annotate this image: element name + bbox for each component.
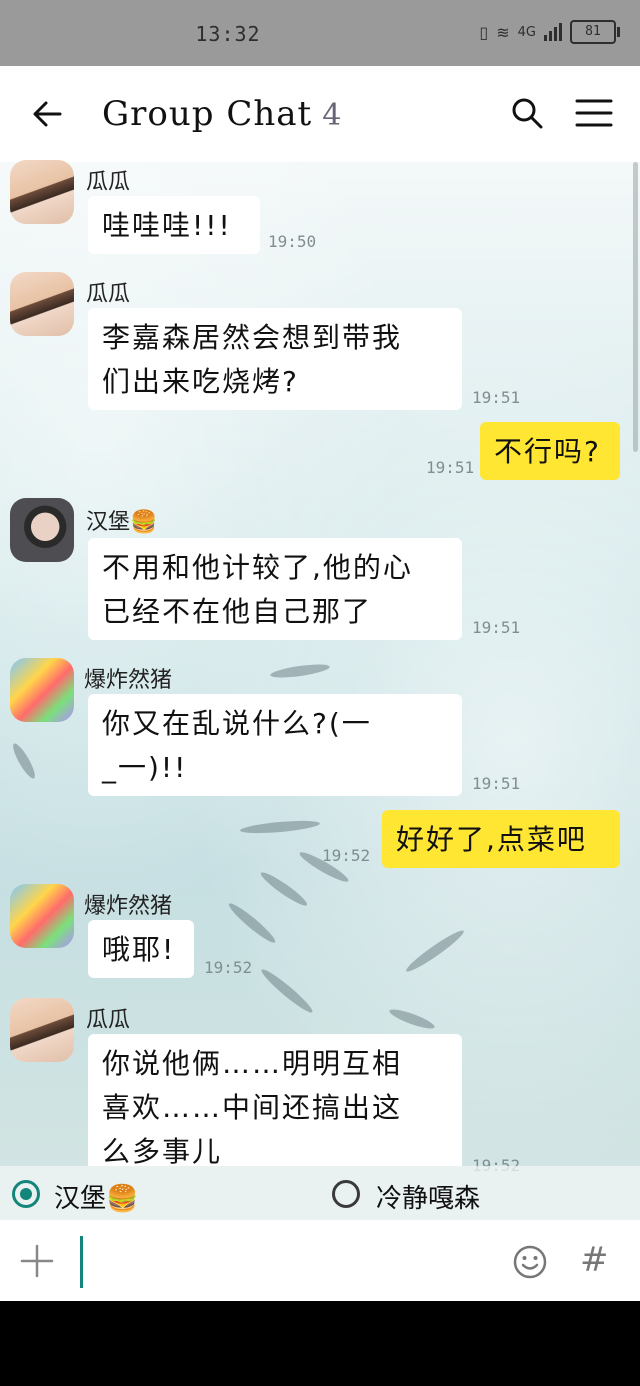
- message-time: 19:51: [472, 618, 521, 637]
- chat-title: Group Chat 4: [102, 94, 342, 134]
- sender-name: 爆炸然猪: [84, 668, 173, 693]
- sender-name: 瓜瓜: [86, 282, 131, 307]
- emoji-icon[interactable]: [512, 1244, 548, 1280]
- fish-decoration: [269, 661, 331, 681]
- avatar[interactable]: [10, 884, 74, 948]
- message-text-line: 你说他俩……明明互相: [102, 1047, 403, 1080]
- vibrate-icon: ▯: [479, 22, 489, 42]
- scrollbar[interactable]: [633, 162, 638, 452]
- avatar[interactable]: [10, 658, 74, 722]
- avatar[interactable]: [10, 498, 74, 562]
- message-text-line: 李嘉森居然会想到带我: [102, 321, 403, 354]
- battery-level: 81: [585, 24, 601, 39]
- navigation-area: [0, 1301, 640, 1386]
- message-time: 19:51: [472, 388, 521, 407]
- radio-selected[interactable]: [12, 1180, 40, 1208]
- sender-name: 瓜瓜: [86, 1008, 131, 1033]
- status-icons: ▯ ≋ 4G 81: [479, 20, 620, 44]
- message-bubble[interactable]: 李嘉森居然会想到带我 们出来吃烧烤?: [88, 308, 462, 410]
- message-input[interactable]: [80, 1236, 83, 1288]
- message-text-line: _一)!!: [102, 751, 188, 784]
- fish-decoration: [9, 741, 39, 781]
- search-icon[interactable]: [510, 96, 544, 130]
- sender-name: 汉堡🍔: [86, 510, 158, 535]
- plus-icon[interactable]: [20, 1244, 54, 1278]
- status-bar: 13:32 ▯ ≋ 4G 81: [0, 0, 640, 66]
- menu-icon[interactable]: [574, 98, 614, 128]
- message-text-line: 喜欢……中间还搞出这: [102, 1091, 403, 1124]
- message-text: 好好了,点菜吧: [396, 823, 587, 856]
- message-text: 哇哇哇!!!: [102, 209, 232, 242]
- fish-decoration: [225, 899, 279, 947]
- my-message-bubble[interactable]: 不行吗?: [480, 422, 620, 480]
- message-bubble[interactable]: 你说他俩……明明互相 喜欢……中间还搞出这 么多事儿: [88, 1034, 462, 1168]
- avatar[interactable]: [10, 272, 74, 336]
- message-bubble[interactable]: 你又在乱说什么?(一 _一)!!: [88, 694, 462, 796]
- avatar[interactable]: [10, 160, 74, 224]
- message-text-line: 你又在乱说什么?(一: [102, 707, 372, 740]
- hash-icon[interactable]: #: [580, 1240, 609, 1280]
- fish-decoration: [258, 965, 316, 1017]
- my-message-bubble[interactable]: 好好了,点菜吧: [382, 810, 620, 868]
- sender-name: 爆炸然猪: [84, 894, 173, 919]
- fish-decoration: [403, 926, 467, 976]
- message-text-line: 不用和他计较了,他的心: [102, 551, 413, 584]
- message-time: 19:50: [268, 232, 317, 251]
- message-text-line: 们出来吃烧烤?: [102, 365, 299, 398]
- sender-name: 瓜瓜: [86, 170, 131, 195]
- message-text: 不行吗?: [494, 435, 601, 468]
- message-time: 19:51: [426, 458, 475, 477]
- avatar[interactable]: [10, 998, 74, 1062]
- message-text: 哦耶!: [102, 933, 176, 966]
- message-time: 19:51: [472, 774, 521, 793]
- fish-decoration: [239, 818, 321, 836]
- network-label: 4G: [517, 24, 536, 40]
- message-time: 19:52: [322, 846, 371, 865]
- message-text-line: 已经不在他自己那了: [102, 595, 373, 628]
- back-arrow-icon[interactable]: [28, 94, 68, 134]
- radio-unselected[interactable]: [332, 1180, 360, 1208]
- fish-decoration: [387, 1006, 437, 1032]
- signal-icon: [544, 23, 562, 41]
- battery-icon: 81: [570, 20, 620, 44]
- mention-option-label[interactable]: 冷静嘎森: [376, 1178, 480, 1215]
- chat-title-text: Group Chat: [102, 94, 313, 134]
- fish-decoration: [258, 868, 310, 910]
- wifi-icon: ≋: [496, 22, 510, 42]
- mention-option-label[interactable]: 汉堡🍔: [54, 1178, 138, 1215]
- member-count: 4: [322, 98, 343, 133]
- message-time: 19:52: [204, 958, 253, 977]
- message-bubble[interactable]: 哇哇哇!!!: [88, 196, 260, 254]
- status-time: 13:32: [195, 22, 261, 46]
- message-bubble[interactable]: 不用和他计较了,他的心 已经不在他自己那了: [88, 538, 462, 640]
- message-bubble[interactable]: 哦耶!: [88, 920, 194, 978]
